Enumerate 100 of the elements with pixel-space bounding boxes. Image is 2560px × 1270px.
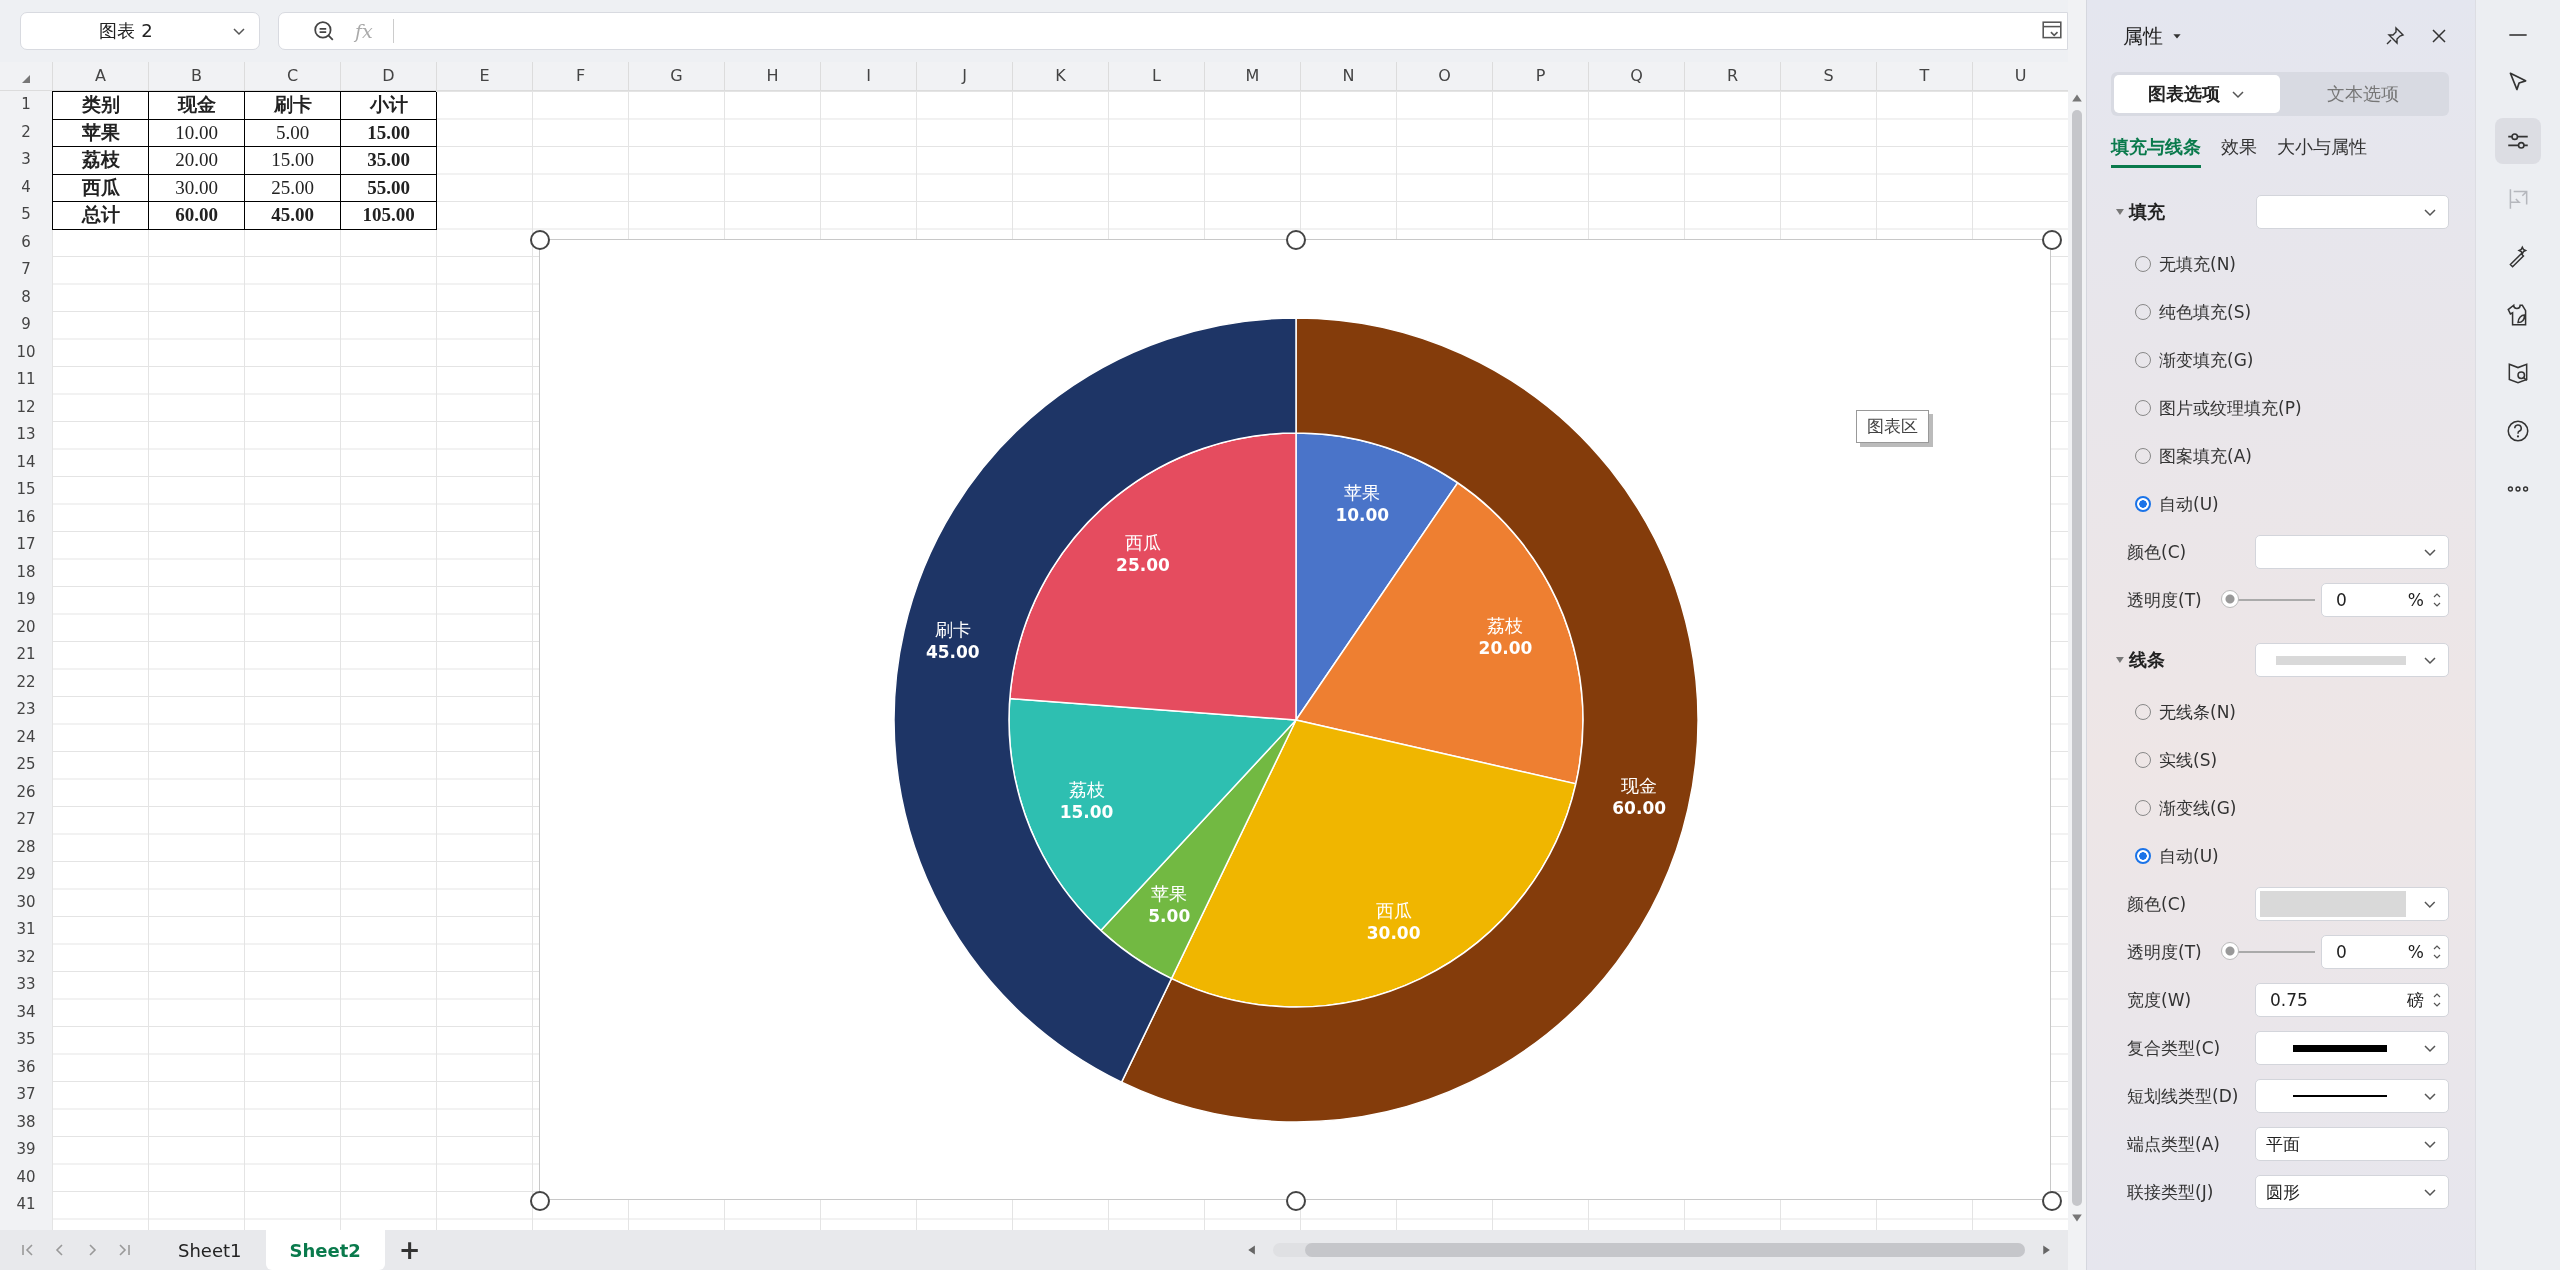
row-header[interactable]: 8 bbox=[0, 283, 52, 311]
option-tab[interactable]: 图表选项 bbox=[2114, 75, 2280, 113]
row-header[interactable]: 21 bbox=[0, 641, 52, 669]
column-header[interactable]: M bbox=[1204, 62, 1300, 90]
column-header[interactable]: Q bbox=[1588, 62, 1684, 90]
radio-label[interactable]: 渐变填充(G) bbox=[2159, 348, 2254, 372]
radio-label[interactable]: 图片或纹理填充(P) bbox=[2159, 396, 2302, 420]
row-header[interactable]: 40 bbox=[0, 1163, 52, 1191]
column-header[interactable]: J bbox=[916, 62, 1012, 90]
row-header[interactable]: 19 bbox=[0, 586, 52, 614]
transparency-slider[interactable] bbox=[2221, 590, 2315, 610]
column-header[interactable]: E bbox=[436, 62, 532, 90]
radio-button[interactable] bbox=[2135, 848, 2151, 864]
row-header[interactable]: 10 bbox=[0, 338, 52, 366]
radio-label[interactable]: 自动(U) bbox=[2159, 492, 2219, 516]
sub-tab[interactable]: 大小与属性 bbox=[2277, 128, 2367, 168]
resize-handle[interactable] bbox=[530, 230, 550, 250]
column-header[interactable]: N bbox=[1300, 62, 1396, 90]
color-dropdown[interactable] bbox=[2255, 535, 2449, 569]
column-header[interactable]: C bbox=[244, 62, 340, 90]
transparency-field[interactable]: 0 % bbox=[2321, 935, 2449, 969]
sub-tab[interactable]: 效果 bbox=[2221, 128, 2257, 168]
column-header[interactable]: P bbox=[1492, 62, 1588, 90]
pie-slice[interactable] bbox=[1009, 432, 1297, 721]
row-header[interactable]: 32 bbox=[0, 943, 52, 971]
pin-icon[interactable] bbox=[2385, 26, 2405, 46]
transparency-slider[interactable] bbox=[2221, 942, 2315, 962]
column-header[interactable]: A bbox=[52, 62, 148, 90]
row-header[interactable]: 7 bbox=[0, 256, 52, 284]
row-header[interactable]: 41 bbox=[0, 1191, 52, 1219]
sub-tab[interactable]: 填充与线条 bbox=[2111, 128, 2201, 168]
radio-label[interactable]: 渐变线(G) bbox=[2159, 796, 2237, 820]
row-header[interactable]: 38 bbox=[0, 1108, 52, 1136]
radio-label[interactable]: 自动(U) bbox=[2159, 844, 2219, 868]
row-header[interactable]: 28 bbox=[0, 833, 52, 861]
scroll-up-icon[interactable] bbox=[2071, 92, 2083, 104]
row-header[interactable]: 14 bbox=[0, 448, 52, 476]
resize-handle[interactable] bbox=[1286, 1191, 1306, 1211]
row-header[interactable]: 17 bbox=[0, 531, 52, 559]
row-header[interactable]: 34 bbox=[0, 998, 52, 1026]
column-header[interactable]: T bbox=[1876, 62, 1972, 90]
row-header[interactable]: 39 bbox=[0, 1136, 52, 1164]
row-header[interactable]: 1 bbox=[0, 91, 52, 119]
line-style-dropdown[interactable] bbox=[2255, 1031, 2449, 1065]
row-header[interactable]: 33 bbox=[0, 971, 52, 999]
row-header[interactable]: 25 bbox=[0, 751, 52, 779]
resize-handle[interactable] bbox=[2042, 230, 2062, 250]
transparency-field[interactable]: 0 % bbox=[2321, 583, 2449, 617]
column-header[interactable]: F bbox=[532, 62, 628, 90]
add-sheet-button[interactable]: + bbox=[384, 1235, 435, 1265]
row-header[interactable]: 9 bbox=[0, 311, 52, 339]
column-header[interactable]: K bbox=[1012, 62, 1108, 90]
sheet-tab[interactable]: Sheet2 bbox=[265, 1230, 385, 1270]
row-header[interactable]: 22 bbox=[0, 668, 52, 696]
select-all-icon[interactable] bbox=[21, 74, 31, 84]
row-header[interactable]: 26 bbox=[0, 778, 52, 806]
pie-slice[interactable] bbox=[1295, 482, 1584, 785]
expanded-triangle-icon[interactable] bbox=[2115, 207, 2125, 217]
panel-title[interactable]: 属性 bbox=[2123, 22, 2163, 50]
pie-slice[interactable] bbox=[1008, 697, 1297, 932]
scroll-right-icon[interactable] bbox=[2040, 1244, 2052, 1256]
row-header[interactable]: 6 bbox=[0, 228, 52, 256]
zoom-out-icon[interactable] bbox=[313, 20, 335, 42]
resize-handle[interactable] bbox=[1286, 230, 1306, 250]
scroll-down-icon[interactable] bbox=[2071, 1212, 2083, 1224]
row-header[interactable]: 31 bbox=[0, 916, 52, 944]
row-header[interactable]: 36 bbox=[0, 1053, 52, 1081]
row-header[interactable]: 5 bbox=[0, 201, 52, 229]
column-header[interactable]: H bbox=[724, 62, 820, 90]
pie-slice[interactable] bbox=[893, 317, 1297, 1083]
vertical-scrollbar[interactable] bbox=[2072, 110, 2082, 1206]
resize-handle[interactable] bbox=[530, 1191, 550, 1211]
radio-label[interactable]: 纯色填充(S) bbox=[2159, 300, 2252, 324]
color-dropdown[interactable] bbox=[2255, 887, 2449, 921]
column-header[interactable]: R bbox=[1684, 62, 1780, 90]
column-header[interactable]: O bbox=[1396, 62, 1492, 90]
column-header[interactable]: I bbox=[820, 62, 916, 90]
row-header[interactable]: 27 bbox=[0, 806, 52, 834]
row-header[interactable]: 29 bbox=[0, 861, 52, 889]
radio-label[interactable]: 无填充(N) bbox=[2159, 252, 2236, 276]
column-header[interactable]: S bbox=[1780, 62, 1876, 90]
horizontal-scrollbar[interactable] bbox=[1272, 1243, 2025, 1257]
chart-area[interactable]: 苹果 10.00 荔枝 20.00 西瓜 30.00 苹果 5.00 荔枝 15.00 西瓜 25.00 现金 60.00 刷卡 45.00 图表区 bbox=[539, 239, 2051, 1200]
row-header[interactable]: 18 bbox=[0, 558, 52, 586]
radio-label[interactable]: 实线(S) bbox=[2159, 748, 2218, 772]
row-header[interactable]: 35 bbox=[0, 1026, 52, 1054]
sliders-icon[interactable] bbox=[2495, 118, 2541, 164]
column-header[interactable]: L bbox=[1108, 62, 1204, 90]
column-header[interactable]: G bbox=[628, 62, 724, 90]
radio-label[interactable]: 无线条(N) bbox=[2159, 700, 2236, 724]
row-header[interactable]: 20 bbox=[0, 613, 52, 641]
row-header[interactable]: 11 bbox=[0, 366, 52, 394]
line-style-dropdown[interactable] bbox=[2255, 1079, 2449, 1113]
section-title[interactable]: 线条 bbox=[2128, 648, 2255, 672]
row-header[interactable]: 23 bbox=[0, 696, 52, 724]
section-title[interactable]: 填充 bbox=[2128, 200, 2257, 224]
column-header[interactable]: B bbox=[148, 62, 244, 90]
row-header[interactable]: 24 bbox=[0, 723, 52, 751]
expanded-triangle-icon[interactable] bbox=[2115, 655, 2125, 665]
row-header[interactable]: 2 bbox=[0, 118, 52, 146]
